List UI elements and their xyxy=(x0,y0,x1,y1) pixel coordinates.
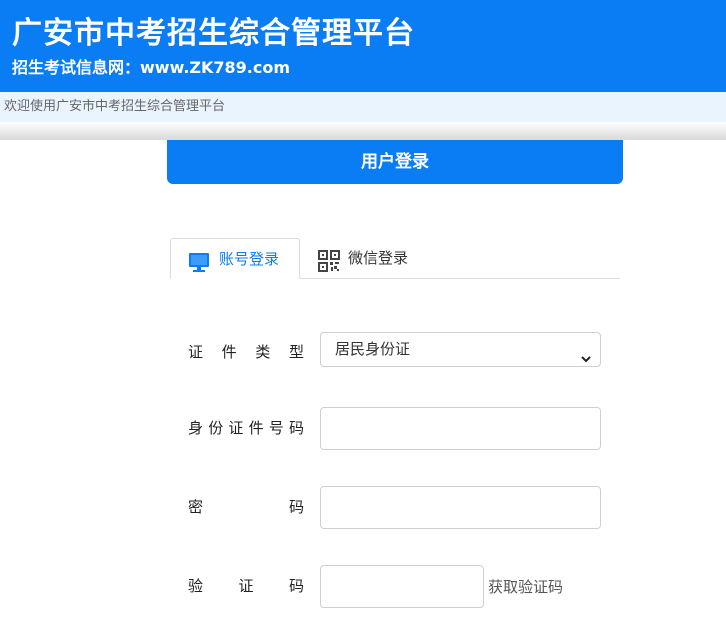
id-type-select[interactable]: 居民身份证 xyxy=(320,332,601,367)
tab-wechat-login-label: 微信登录 xyxy=(348,249,409,267)
site-title: 广安市中考招生综合管理平台 xyxy=(12,16,415,51)
header-shadow-divider xyxy=(0,122,726,140)
password-label: 密 码 xyxy=(188,498,304,516)
captcha-label: 验 证 码 xyxy=(188,577,304,595)
captcha-input[interactable] xyxy=(320,565,484,608)
tab-account-login-label: 账号登录 xyxy=(219,250,280,268)
qrcode-icon xyxy=(318,247,340,272)
get-captcha-button[interactable]: 获取验证码 xyxy=(488,577,563,597)
id-type-selected-value: 居民身份证 xyxy=(335,340,411,358)
welcome-bar: 欢迎使用广安市中考招生综合管理平台 xyxy=(0,92,726,122)
id-number-input[interactable] xyxy=(320,407,601,450)
tab-account-login[interactable]: 账号登录 xyxy=(170,238,300,279)
site-header: 广安市中考招生综合管理平台 招生考试信息网：www.ZK789.com xyxy=(0,0,726,92)
tab-wechat-login[interactable]: 微信登录 xyxy=(318,238,438,278)
login-heading: 用户登录 xyxy=(167,140,623,184)
login-tabs: 账号登录 微信登录 xyxy=(170,238,620,279)
id-type-label: 证 件 类 型 xyxy=(188,343,304,361)
site-subtitle: 招生考试信息网：www.ZK789.com xyxy=(12,58,291,77)
id-number-label: 身 份 证 件 号 码 xyxy=(188,419,304,437)
chevron-down-icon xyxy=(580,344,592,363)
password-input[interactable] xyxy=(320,486,601,529)
monitor-icon xyxy=(188,248,210,272)
